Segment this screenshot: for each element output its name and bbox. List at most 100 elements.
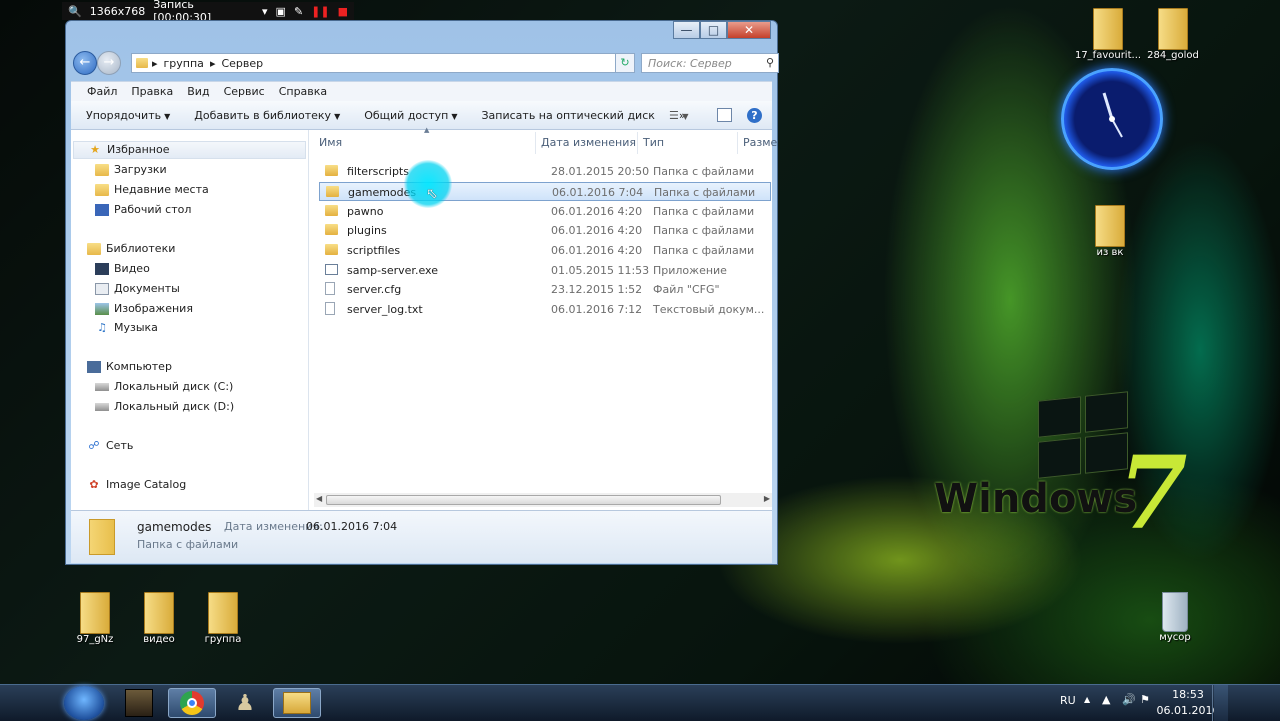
camera-icon[interactable]: ▣	[276, 5, 286, 18]
address-bar[interactable]: ▸ группа ▸ Сервер ▼	[131, 53, 633, 73]
nav-recent-places[interactable]: Недавние места	[95, 181, 209, 199]
taskbar-app-explorer[interactable]	[273, 688, 321, 718]
nav-image-catalog[interactable]: ✿ Image Catalog	[87, 476, 186, 494]
file-row[interactable]: pawno 06.01.2016 4:20 Папка с файлами	[319, 202, 771, 221]
file-row[interactable]: filterscripts 28.01.2015 20:50 Папка с фай…	[319, 162, 771, 181]
file-row[interactable]: samp-server.exe 01.05.2015 11:53 Приложени…	[319, 261, 771, 280]
file-icon	[325, 282, 335, 295]
column-divider[interactable]	[637, 132, 638, 154]
column-header-date[interactable]: Дата изменения	[541, 136, 636, 149]
language-indicator[interactable]: RU	[1060, 694, 1076, 707]
show-hidden-icons-icon[interactable]: ▲	[1084, 695, 1090, 704]
refresh-button[interactable]: ↻	[615, 53, 635, 73]
address-row: ← → ▸ группа ▸ Сервер ▼ ↻ Поиск: Сервер …	[71, 51, 779, 75]
minimize-button[interactable]: —	[673, 21, 700, 39]
nav-desktop[interactable]: Рабочий стол	[95, 201, 191, 219]
menu-tools[interactable]: Сервис	[224, 85, 265, 98]
desktop-icon-folder[interactable]: видео	[124, 592, 194, 645]
show-desktop-button[interactable]	[1214, 685, 1228, 721]
stop-icon[interactable]: ■	[338, 5, 348, 18]
maximize-button[interactable]: □	[700, 21, 727, 39]
pictures-icon	[95, 303, 109, 315]
dropdown-icon[interactable]: ▾	[262, 5, 268, 18]
file-row[interactable]: server_log.txt 06.01.2016 7:12 Текстовый д…	[319, 300, 771, 319]
organize-button[interactable]: Упорядочить ▼	[86, 109, 170, 122]
nav-favorites[interactable]: ★ Избранное	[73, 141, 306, 159]
file-row-selected[interactable]: gamemodes 06.01.2016 7:04 Папка с файлами	[319, 182, 771, 201]
menu-edit[interactable]: Правка	[131, 85, 173, 98]
desktop-icon-label: 97_gNz	[76, 634, 114, 645]
tray-time[interactable]: 18:53	[1164, 688, 1212, 701]
preview-pane-icon[interactable]	[717, 108, 732, 122]
network-icon[interactable]: ▲	[1102, 693, 1110, 706]
column-header-type[interactable]: Тип	[643, 136, 664, 149]
nav-video[interactable]: Видео	[95, 260, 150, 278]
nav-drive-c[interactable]: Локальный диск (C:)	[95, 378, 233, 396]
nav-network[interactable]: ☍ Сеть	[87, 437, 133, 455]
nav-desktop-label: Рабочий стол	[114, 203, 192, 216]
column-header-name[interactable]: Имя	[319, 136, 342, 149]
menu-help[interactable]: Справка	[279, 85, 327, 98]
desktop-icon-folder[interactable]: 17_favourit...	[1073, 8, 1143, 61]
desktop-icon-folder[interactable]: из вк	[1075, 205, 1145, 258]
nav-libraries[interactable]: Библиотеки	[87, 240, 175, 258]
back-button[interactable]: ←	[73, 51, 97, 75]
desktop-icon-folder[interactable]: группа	[188, 592, 258, 645]
burn-disc-button[interactable]: Записать на оптический диск	[481, 109, 654, 122]
explorer-window: — □ ✕ ← → ▸ группа ▸ Сервер ▼ ↻ Поиск: С…	[65, 20, 779, 565]
breadcrumb-item-group[interactable]: группа	[164, 57, 204, 70]
add-to-library-label: Добавить в библиотеку	[194, 108, 332, 122]
add-to-library-button[interactable]: Добавить в библиотеку ▼	[194, 109, 340, 122]
file-row[interactable]: plugins 06.01.2016 4:20 Папка с файлами	[319, 221, 771, 240]
nav-documents-label: Документы	[114, 282, 180, 295]
pause-icon[interactable]: ❚❚	[311, 5, 329, 18]
folder-icon	[89, 519, 115, 555]
close-button[interactable]: ✕	[727, 21, 771, 39]
volume-icon[interactable]: 🔊	[1122, 693, 1136, 706]
clock-gadget[interactable]	[1061, 68, 1163, 170]
nav-computer[interactable]: Компьютер	[87, 358, 172, 376]
view-options-icon[interactable]: ☰ ▼	[669, 109, 689, 122]
menu-view[interactable]: Вид	[187, 85, 209, 98]
desktop-icon-folder[interactable]: 284_golod	[1138, 8, 1208, 61]
nav-drive-d[interactable]: Локальный диск (D:)	[95, 398, 234, 416]
forward-button[interactable]: →	[97, 51, 121, 75]
taskbar-app-chrome[interactable]	[168, 688, 216, 718]
nav-pictures[interactable]: Изображения	[95, 300, 193, 318]
menu-file[interactable]: Файл	[87, 85, 117, 98]
breadcrumb-item-server[interactable]: Сервер	[221, 57, 263, 70]
start-button[interactable]	[64, 686, 104, 720]
zoom-icon[interactable]: 🔍	[68, 5, 82, 18]
share-button[interactable]: Общий доступ ▼	[364, 109, 457, 122]
search-input[interactable]: Поиск: Сервер ⚲	[641, 53, 779, 73]
windows-logo-number: 7	[1118, 434, 1188, 552]
details-date: 06.01.2016 7:04	[306, 520, 398, 533]
column-divider[interactable]	[535, 132, 536, 154]
nav-documents[interactable]: Документы	[95, 280, 180, 298]
help-icon[interactable]: ?	[747, 107, 762, 123]
desktop-icon-folder[interactable]: 97_gNz	[60, 592, 130, 645]
nav-downloads[interactable]: Загрузки	[95, 161, 167, 179]
scroll-right-icon[interactable]: ▶	[764, 494, 770, 503]
column-divider[interactable]	[737, 132, 738, 154]
details-pane: gamemodes Дата изменения: 06.01.2016 7:0…	[71, 510, 772, 563]
file-row[interactable]: scriptfiles 06.01.2016 4:20 Папка с файлам…	[319, 241, 771, 260]
taskbar-app-pawn[interactable]: ♟	[221, 688, 269, 718]
menu-bar: Файл Правка Вид Сервис Справка	[71, 81, 772, 101]
flag-icon[interactable]: ⚑	[1140, 693, 1150, 706]
scrollbar-thumb[interactable]	[326, 495, 721, 505]
desktop-icon-label: мусор	[1159, 632, 1191, 643]
desktop-icon-trash[interactable]: мусор	[1140, 592, 1210, 643]
column-header-size[interactable]: Разме	[743, 136, 777, 149]
taskbar-app-game[interactable]	[115, 688, 163, 718]
file-type: Папка с файлами	[654, 186, 756, 199]
nav-music[interactable]: ♫ Музыка	[95, 319, 158, 337]
horizontal-scrollbar[interactable]: ◀ ▶	[314, 493, 772, 507]
burn-disc-label: Записать на оптический диск	[481, 108, 655, 122]
text-file-icon	[325, 302, 335, 315]
scroll-left-icon[interactable]: ◀	[316, 494, 322, 503]
folder-icon	[208, 592, 238, 634]
pencil-icon[interactable]: ✎	[294, 5, 303, 18]
file-name: scriptfiles	[347, 244, 401, 257]
file-row[interactable]: server.cfg 23.12.2015 1:52 Файл "CFG"	[319, 280, 771, 299]
